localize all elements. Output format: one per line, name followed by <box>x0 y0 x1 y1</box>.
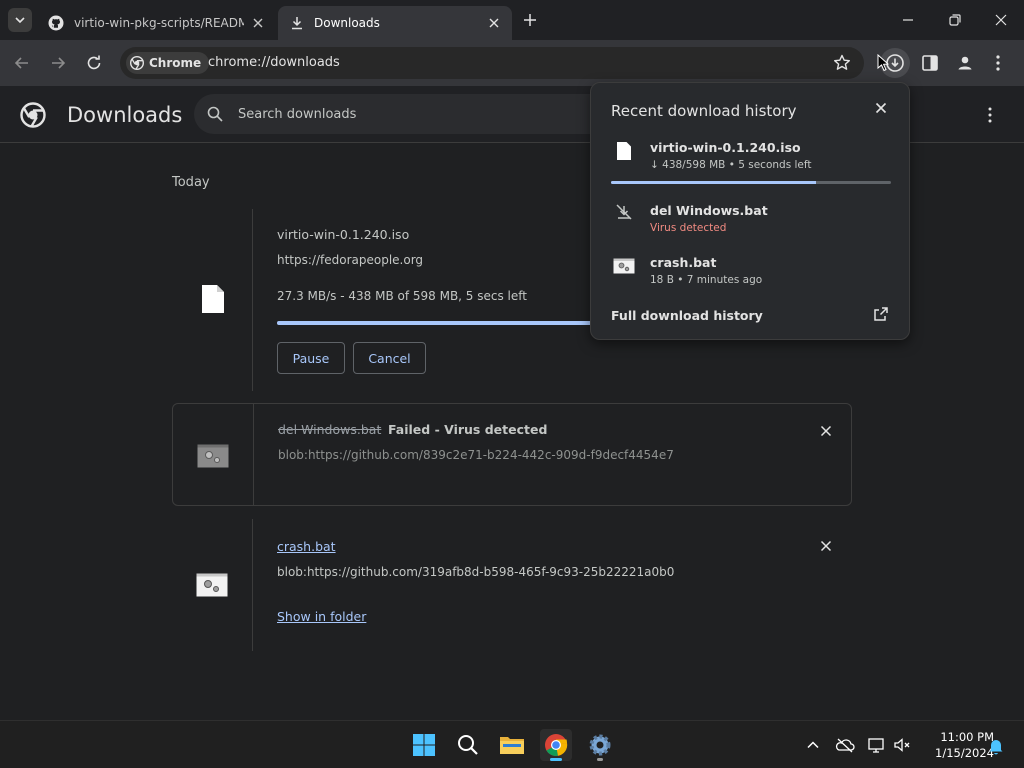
bubble-item-name[interactable]: del Windows.bat <box>650 203 768 218</box>
file-icon-column <box>173 404 254 505</box>
download-status: 27.3 MB/s - 438 MB of 598 MB, 5 secs lef… <box>277 289 527 303</box>
page-title: Downloads <box>67 103 183 127</box>
forward-arrow-icon[interactable] <box>47 52 69 74</box>
search-icon <box>458 735 478 755</box>
download-filename: virtio-win-0.1.240.iso <box>277 227 410 242</box>
file-icon-column <box>172 519 253 651</box>
chrome-logo-icon <box>130 56 144 70</box>
bubble-progress-bar <box>611 181 891 184</box>
blocked-download-icon <box>616 204 632 220</box>
bubble-title: Recent download history <box>611 102 797 120</box>
minimize-icon[interactable] <box>898 10 918 30</box>
new-tab-plus-icon[interactable] <box>520 10 540 30</box>
folder-icon <box>500 737 524 754</box>
chrome-page-chip[interactable]: Chrome <box>126 52 210 74</box>
open-external-icon[interactable] <box>873 306 889 322</box>
batch-file-icon <box>197 444 229 468</box>
restore-icon[interactable] <box>945 10 965 30</box>
back-arrow-icon[interactable] <box>11 52 33 74</box>
more-options-kebab-icon[interactable] <box>984 106 996 124</box>
tab-title: Downloads <box>314 16 380 30</box>
tab-search-button[interactable] <box>8 8 32 32</box>
chevron-down-icon <box>15 17 25 24</box>
windows-logo-icon <box>413 734 435 756</box>
download-item: crash.bat blob:https://github.com/319afb… <box>172 519 852 651</box>
profile-avatar-icon[interactable] <box>954 52 976 74</box>
clock-date: 1/15/2024 <box>935 746 994 760</box>
mouse-cursor-icon <box>877 54 889 72</box>
tab-strip: virtio-win-pkg-scripts/README Downloads <box>0 0 1024 40</box>
bubble-item-status: ↓ 438/598 MB • 5 seconds left <box>650 159 812 171</box>
bubble-item-warning: Virus detected <box>650 222 727 234</box>
clock-time: 11:00 PM <box>940 730 994 744</box>
windows-taskbar: 11:00 PM 1/15/2024 <box>0 720 1024 768</box>
close-icon[interactable] <box>486 15 502 31</box>
progress-fill <box>611 181 816 184</box>
search-input[interactable] <box>238 104 598 124</box>
tab-downloads[interactable]: Downloads <box>278 6 512 40</box>
settings-taskbar-button[interactable] <box>584 729 616 761</box>
reload-icon[interactable] <box>83 52 105 74</box>
gear-icon <box>589 734 611 756</box>
notification-bell-icon[interactable] <box>986 736 1006 756</box>
running-app-indicator <box>597 758 603 761</box>
bookmark-star-icon[interactable] <box>832 53 852 73</box>
chip-label: Chrome <box>149 56 202 70</box>
remove-close-icon[interactable] <box>818 538 834 554</box>
remove-close-icon[interactable] <box>818 423 834 439</box>
github-icon <box>48 15 64 31</box>
side-panel-icon[interactable] <box>919 52 941 74</box>
download-source: blob:https://github.com/839c2e71-b224-44… <box>278 448 674 462</box>
cancel-button[interactable]: Cancel <box>353 342 426 374</box>
tab-readme[interactable]: virtio-win-pkg-scripts/README <box>36 6 276 40</box>
url-text[interactable]: chrome://downloads <box>208 55 340 70</box>
address-bar[interactable]: Chrome chrome://downloads <box>120 47 864 79</box>
download-filename-link[interactable]: crash.bat <box>277 539 336 554</box>
browser-toolbar: Chrome chrome://downloads <box>0 40 1024 86</box>
search-box[interactable] <box>194 94 614 134</box>
close-window-icon[interactable] <box>991 10 1011 30</box>
batch-file-icon <box>196 573 228 597</box>
download-item-failed: del Windows.bat Failed - Virus detected … <box>172 403 852 506</box>
file-icon-column <box>172 209 253 391</box>
chrome-logo-icon <box>20 102 46 128</box>
chevron-up-icon[interactable] <box>803 735 823 755</box>
full-download-history-link[interactable]: Full download history <box>611 308 763 323</box>
tab-title: virtio-win-pkg-scripts/README <box>74 16 244 30</box>
volume-muted-icon[interactable] <box>892 735 912 755</box>
chrome-taskbar-button[interactable] <box>540 729 572 761</box>
pause-button[interactable]: Pause <box>277 342 345 374</box>
download-icon <box>292 17 302 30</box>
download-source: blob:https://github.com/319afb8d-b598-46… <box>277 565 675 579</box>
system-clock[interactable]: 11:00 PM 1/15/2024 <box>914 729 994 761</box>
date-section-label: Today <box>172 175 210 190</box>
bubble-item-status: 18 B • 7 minutes ago <box>650 274 763 286</box>
network-icon[interactable] <box>866 735 886 755</box>
download-filename: del Windows.bat <box>278 422 382 437</box>
file-icon <box>617 142 631 160</box>
download-bubble: Recent download history virtio-win-0.1.2… <box>590 82 910 340</box>
show-in-folder-link[interactable]: Show in folder <box>277 609 366 624</box>
bubble-item-name[interactable]: virtio-win-0.1.240.iso <box>650 140 801 155</box>
onedrive-cloud-icon[interactable] <box>835 735 855 755</box>
file-explorer-button[interactable] <box>496 729 528 761</box>
menu-kebab-icon[interactable] <box>992 52 1004 74</box>
bubble-item-name[interactable]: crash.bat <box>650 255 716 270</box>
chrome-icon <box>545 734 568 756</box>
close-icon[interactable] <box>250 15 266 31</box>
batch-file-icon <box>613 258 635 274</box>
download-failed-status: Failed - Virus detected <box>388 422 548 437</box>
search-taskbar-button[interactable] <box>452 729 484 761</box>
start-button[interactable] <box>408 729 440 761</box>
search-icon <box>207 106 223 122</box>
close-icon[interactable] <box>873 100 889 116</box>
download-source: https://fedorapeople.org <box>277 253 424 267</box>
active-app-indicator <box>550 758 562 761</box>
file-icon <box>202 285 224 313</box>
